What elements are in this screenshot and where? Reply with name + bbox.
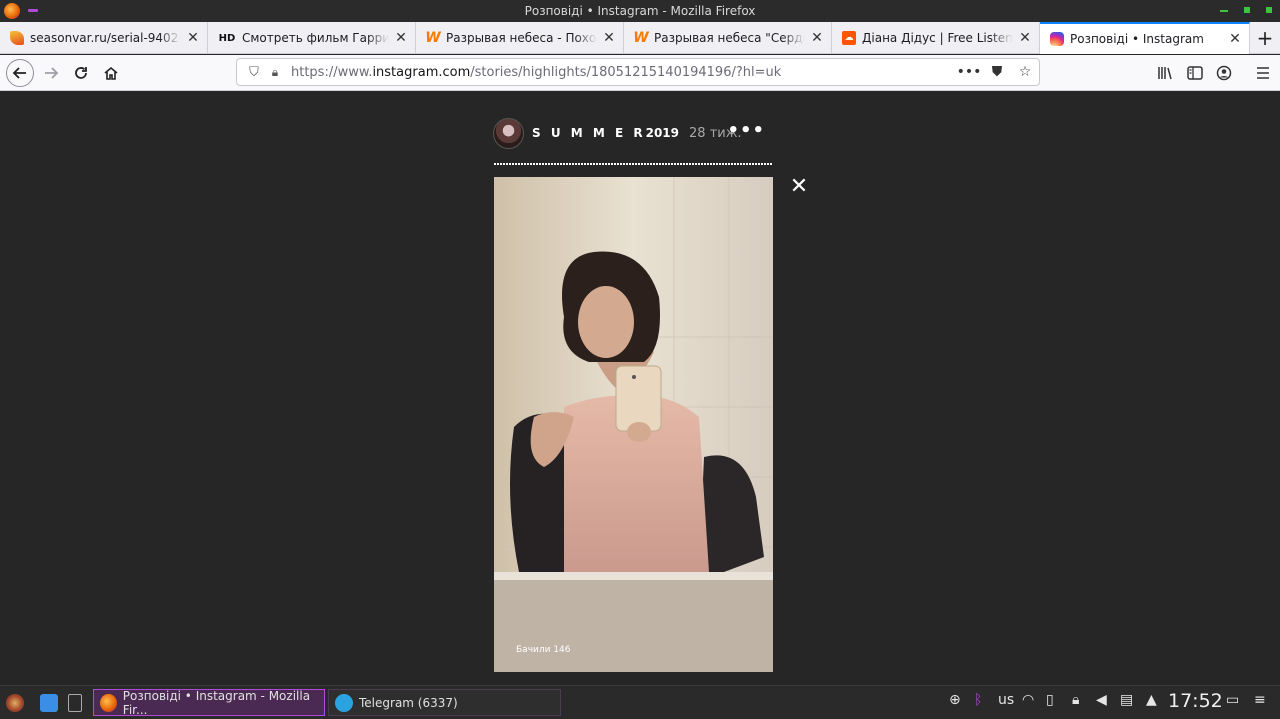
window-menu-indicator (28, 9, 38, 12)
wifi-icon[interactable]: ◠ (1022, 692, 1034, 708)
show-desktop-icon[interactable]: ▭ (1226, 692, 1239, 708)
tab-harry-potter[interactable]: HD Смотреть фильм Гарри П ✕ (208, 22, 416, 54)
app-menu-icon[interactable] (6, 694, 24, 712)
reload-button[interactable] (67, 59, 95, 87)
tab-close-icon[interactable]: ✕ (1017, 30, 1033, 46)
avatar[interactable] (493, 117, 524, 149)
tab-close-icon[interactable]: ✕ (601, 30, 617, 46)
story-username[interactable]: S U M M E R2019 (532, 126, 679, 140)
home-icon (104, 66, 118, 80)
story-image[interactable]: Бачили 146 (494, 177, 773, 672)
maximize-button[interactable] (1244, 7, 1250, 13)
arrow-right-icon (45, 67, 59, 79)
clipboard-icon[interactable]: ▤ (1120, 692, 1133, 708)
window-titlebar: Розповіді • Instagram - Mozilla Firefox (0, 0, 1280, 22)
url-text[interactable]: https://www.instagram.com/stories/highli… (285, 65, 955, 80)
keyboard-layout[interactable]: us (998, 692, 1014, 708)
menu-hamburger-icon[interactable] (1251, 61, 1275, 85)
story-progress-fill (494, 163, 773, 165)
instagram-favicon-icon (1050, 32, 1064, 46)
sidebar-icon[interactable] (1183, 61, 1207, 85)
taskbar: Розповіді • Instagram - Mozilla Fir... T… (0, 685, 1280, 719)
minimize-button[interactable] (1220, 6, 1228, 12)
back-button[interactable] (6, 59, 34, 87)
tab-soundcloud[interactable]: ☁ Діана Дідус | Free Listenin ✕ (832, 22, 1040, 54)
story-photo-illustration (494, 177, 773, 672)
seasonvar-favicon-icon (10, 31, 24, 45)
tab-seasonvar[interactable]: seasonvar.ru/serial-9402- ✕ (0, 22, 208, 54)
hd-favicon-icon: HD (218, 32, 236, 44)
close-window-button[interactable] (1266, 7, 1272, 13)
tab-close-icon[interactable]: ✕ (1227, 31, 1243, 47)
pocket-icon[interactable]: ⛊ (983, 64, 1011, 80)
tab-label: Розповіді • Instagram (1070, 32, 1204, 46)
new-tab-button[interactable]: + (1250, 22, 1280, 53)
package-manager-icon[interactable] (40, 694, 58, 712)
tab-wattpad-1[interactable]: W Разрывая небеса - Поход ✕ (416, 22, 624, 54)
tab-strip: seasonvar.ru/serial-9402- ✕ HD Смотреть … (0, 22, 1280, 54)
page-actions-icon[interactable]: ••• (955, 64, 983, 80)
soundcloud-favicon-icon: ☁ (842, 31, 856, 45)
library-icon[interactable] (1153, 61, 1177, 85)
tab-label: Діана Дідус | Free Listenin (862, 31, 1013, 45)
window-title: Розповіді • Instagram - Mozilla Firefox (524, 4, 756, 18)
url-bar[interactable]: ⛉ 🔒︎ https://www.instagram.com/stories/h… (236, 58, 1040, 86)
tray-expand-icon[interactable]: ▲ (1146, 692, 1157, 708)
firefox-icon[interactable] (4, 3, 20, 19)
story-view-count[interactable]: Бачили 146 (516, 645, 571, 655)
task-label: Розповіді • Instagram - Mozilla Fir... (122, 688, 311, 717)
tab-label: Смотреть фильм Гарри П (242, 31, 389, 45)
more-options-icon[interactable]: ••• (727, 120, 765, 141)
task-label: Telegram (6337) (359, 695, 458, 710)
lock-icon[interactable]: 🔒︎ (265, 65, 285, 80)
taskbar-task-firefox[interactable]: Розповіді • Instagram - Mozilla Fir... (93, 688, 325, 717)
reload-icon (75, 67, 87, 79)
battery-icon[interactable]: ▯ (1046, 692, 1054, 708)
lock-screen-icon[interactable]: 🔒︎ (1072, 692, 1079, 708)
tab-close-icon[interactable]: ✕ (393, 30, 409, 46)
tab-instagram[interactable]: Розповіді • Instagram ✕ (1040, 22, 1250, 54)
telegram-icon (335, 693, 353, 712)
file-manager-icon[interactable] (68, 694, 82, 712)
update-icon[interactable]: ⊕ (949, 692, 961, 708)
tab-close-icon[interactable]: ✕ (185, 30, 201, 46)
story-header: S U M M E R2019 28 тиж. ••• (493, 117, 773, 149)
bluetooth-icon[interactable]: ᛒ (974, 692, 982, 708)
tab-label: Разрывая небеса - Поход (446, 31, 597, 45)
story-progress-bar (494, 163, 773, 165)
forward-button[interactable] (37, 59, 65, 87)
arrow-left-icon (12, 67, 26, 79)
wattpad-favicon-icon: W (633, 30, 649, 46)
firefox-icon (100, 693, 117, 712)
account-icon[interactable] (1212, 61, 1236, 85)
close-story-button[interactable]: ✕ (788, 176, 810, 198)
volume-icon[interactable]: ◀ (1096, 692, 1107, 708)
navigation-toolbar: ⛉ 🔒︎ https://www.instagram.com/stories/h… (0, 55, 1280, 91)
page-content: S U M M E R2019 28 тиж. ••• Бачили 146 ✕ (0, 92, 1280, 685)
wattpad-favicon-icon: W (425, 30, 441, 46)
tab-label: Разрывая небеса "Серди (654, 31, 805, 45)
notifications-menu-icon[interactable]: ≡ (1254, 692, 1266, 708)
tab-close-icon[interactable]: ✕ (809, 30, 825, 46)
clock[interactable]: 17:52 (1168, 690, 1223, 712)
taskbar-task-telegram[interactable]: Telegram (6337) (328, 689, 561, 716)
tab-label: seasonvar.ru/serial-9402- (30, 31, 181, 45)
tracking-shield-icon[interactable]: ⛉ (243, 65, 265, 80)
tab-wattpad-2[interactable]: W Разрывая небеса "Серди ✕ (624, 22, 832, 54)
home-button[interactable] (97, 59, 125, 87)
bookmark-star-icon[interactable]: ☆ (1011, 64, 1039, 80)
